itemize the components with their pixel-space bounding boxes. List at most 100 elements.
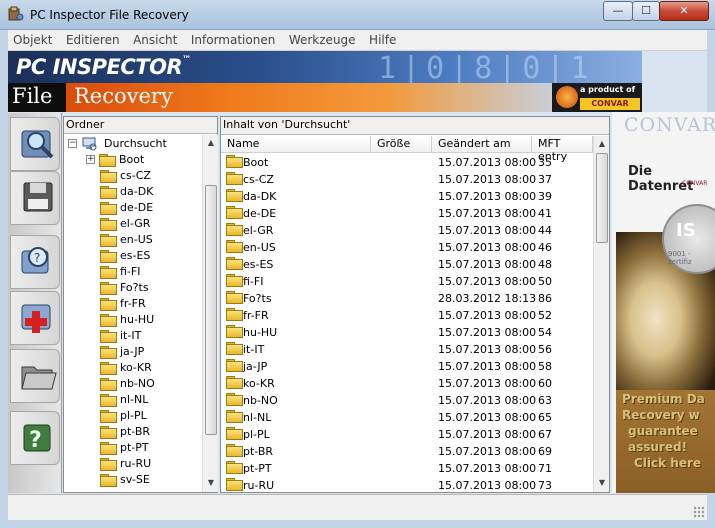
list-row[interactable]: ru-RU 15.07.2013 08:00 73 bbox=[221, 477, 593, 492]
tree-item[interactable]: Fo?ts bbox=[100, 280, 149, 296]
tree-item[interactable]: nl-NL bbox=[100, 392, 148, 408]
column-header-changed[interactable]: Geändert am bbox=[432, 136, 532, 153]
list-row[interactable]: cs-CZ 15.07.2013 08:00 37 bbox=[221, 171, 593, 188]
folder-icon bbox=[100, 378, 117, 391]
scroll-down-icon[interactable]: ▼ bbox=[594, 475, 610, 491]
ad-click-here-link[interactable]: Click here bbox=[634, 456, 701, 470]
cell-mft: 54 bbox=[538, 326, 552, 339]
app-banner: PC INSPECTOR™ 1|0|8|0|1 File Recovery a … bbox=[8, 51, 642, 112]
tree-item[interactable]: + Boot bbox=[86, 152, 144, 168]
tree-item[interactable]: it-IT bbox=[100, 328, 141, 344]
list-row[interactable]: pt-PT 15.07.2013 08:00 71 bbox=[221, 460, 593, 477]
tree-item[interactable]: en-US bbox=[100, 232, 153, 248]
list-row[interactable]: nl-NL 15.07.2013 08:00 65 bbox=[221, 409, 593, 426]
tree-root[interactable]: − Durchsucht bbox=[68, 136, 167, 152]
list-scroll-thumb[interactable] bbox=[596, 153, 608, 243]
folder-icon bbox=[226, 223, 243, 236]
save-disk-icon[interactable] bbox=[16, 175, 60, 219]
list-row[interactable]: it-IT 15.07.2013 08:00 56 bbox=[221, 341, 593, 358]
tree-item[interactable]: sv-SE bbox=[100, 472, 150, 488]
tree-item[interactable]: pl-PL bbox=[100, 408, 147, 424]
list-row[interactable]: pl-PL 15.07.2013 08:00 67 bbox=[221, 426, 593, 443]
cell-changed: 15.07.2013 08:00 bbox=[438, 190, 537, 203]
tree-item[interactable]: cs-CZ bbox=[100, 168, 151, 184]
window-title: PC Inspector File Recovery bbox=[30, 8, 189, 22]
scroll-down-icon[interactable]: ▼ bbox=[203, 475, 219, 491]
tree-item[interactable]: ru-RU bbox=[100, 456, 151, 472]
scroll-up-icon[interactable]: ▲ bbox=[203, 135, 219, 151]
search-lost-icon[interactable]: ? bbox=[16, 239, 60, 283]
list-row[interactable]: ja-JP 15.07.2013 08:00 58 bbox=[221, 358, 593, 375]
list-row[interactable]: de-DE 15.07.2013 08:00 41 bbox=[221, 205, 593, 222]
tree-item[interactable]: da-DK bbox=[100, 184, 153, 200]
file-list[interactable]: Boot 15.07.2013 08:00 35 cs-CZ 15.07.2013 08… bbox=[221, 154, 593, 492]
tree-item[interactable]: fi-FI bbox=[100, 264, 140, 280]
scroll-up-icon[interactable]: ▲ bbox=[594, 136, 610, 152]
menu-ansicht[interactable]: Ansicht bbox=[128, 30, 182, 47]
tree-item[interactable]: de-DE bbox=[100, 200, 153, 216]
add-drive-icon[interactable] bbox=[16, 295, 60, 339]
tree-item[interactable]: ko-KR bbox=[100, 360, 152, 376]
list-row[interactable]: pt-BR 15.07.2013 08:00 69 bbox=[221, 443, 593, 460]
tree-item[interactable]: el-GR bbox=[100, 216, 150, 232]
list-row[interactable]: ko-KR 15.07.2013 08:00 60 bbox=[221, 375, 593, 392]
computer-icon bbox=[82, 137, 96, 151]
menu-hilfe[interactable]: Hilfe bbox=[364, 30, 401, 47]
cell-mft: 56 bbox=[538, 343, 552, 356]
list-row[interactable]: en-US 15.07.2013 08:00 46 bbox=[221, 239, 593, 256]
list-row[interactable]: hu-HU 15.07.2013 08:00 54 bbox=[221, 324, 593, 341]
search-disk-icon[interactable] bbox=[16, 121, 60, 165]
tree-item[interactable]: hu-HU bbox=[100, 312, 154, 328]
tree-item[interactable]: pt-BR bbox=[100, 424, 150, 440]
ad-line: assured! bbox=[628, 440, 688, 454]
menu-werkzeuge[interactable]: Werkzeuge bbox=[284, 30, 361, 47]
list-row[interactable]: el-GR 15.07.2013 08:00 44 bbox=[221, 222, 593, 239]
collapse-icon[interactable]: − bbox=[68, 139, 77, 148]
convar-ad-panel[interactable]: CONVAR Die Datenret CONVAR IS 9001 · zer… bbox=[612, 112, 715, 493]
tree-item[interactable]: nb-NO bbox=[100, 376, 155, 392]
tree-vertical-scrollbar[interactable]: ▲ ▼ bbox=[202, 135, 218, 492]
minimize-button[interactable]: — bbox=[603, 1, 633, 21]
ad-convar-logo: CONVAR bbox=[624, 114, 715, 136]
folder-icon bbox=[100, 298, 117, 311]
folder-icon bbox=[226, 478, 243, 491]
menu-editieren[interactable]: Editieren bbox=[61, 30, 125, 47]
folder-icon bbox=[226, 308, 243, 321]
list-row[interactable]: Boot 15.07.2013 08:00 35 bbox=[221, 154, 593, 171]
resize-grip-icon[interactable] bbox=[693, 506, 705, 518]
folder-open-icon[interactable] bbox=[16, 353, 60, 397]
list-row[interactable]: da-DK 15.07.2013 08:00 39 bbox=[221, 188, 593, 205]
list-vertical-scrollbar[interactable]: ▲ ▼ bbox=[593, 136, 609, 492]
maximize-button[interactable]: ☐ bbox=[632, 1, 660, 21]
tree-item[interactable]: ja-JP bbox=[100, 344, 144, 360]
column-header-name[interactable]: Name bbox=[221, 136, 371, 153]
tree-item[interactable]: pt-PT bbox=[100, 440, 149, 456]
window-frame-left bbox=[0, 30, 8, 520]
title-bar[interactable]: PC Inspector File Recovery — ☐ ✕ bbox=[0, 0, 715, 30]
cell-name: fr-FR bbox=[243, 309, 269, 322]
cell-mft: 73 bbox=[538, 479, 552, 492]
cell-name: ru-RU bbox=[243, 479, 275, 492]
cell-mft: 50 bbox=[538, 275, 552, 288]
list-row[interactable]: nb-NO 15.07.2013 08:00 63 bbox=[221, 392, 593, 409]
list-row[interactable]: es-ES 15.07.2013 08:00 48 bbox=[221, 256, 593, 273]
list-row[interactable]: fr-FR 15.07.2013 08:00 52 bbox=[221, 307, 593, 324]
tree-scroll-thumb[interactable] bbox=[205, 185, 217, 435]
cell-name: es-ES bbox=[243, 258, 274, 271]
ad-promo-box[interactable]: Premium Da Recovery w guarantee assured!… bbox=[616, 390, 715, 493]
close-button[interactable]: ✕ bbox=[659, 1, 709, 21]
column-header-mft[interactable]: MFT entry bbox=[532, 136, 593, 163]
folder-icon bbox=[226, 257, 243, 270]
menu-objekt[interactable]: Objekt bbox=[8, 30, 57, 47]
tree-item[interactable]: es-ES bbox=[100, 248, 150, 264]
expand-icon[interactable]: + bbox=[86, 155, 95, 164]
tree-item-label: de-DE bbox=[120, 201, 154, 214]
cell-mft: 48 bbox=[538, 258, 552, 271]
folder-tree[interactable]: − Durchsucht + Boot cs-CZ da-DK de-DE el-GR en… bbox=[64, 135, 202, 492]
column-header-size[interactable]: Größe bbox=[371, 136, 432, 153]
list-row[interactable]: fi-FI 15.07.2013 08:00 50 bbox=[221, 273, 593, 290]
list-row[interactable]: Fo?ts 28.03.2012 18:13 86 bbox=[221, 290, 593, 307]
tree-item[interactable]: fr-FR bbox=[100, 296, 146, 312]
menu-informationen[interactable]: Informationen bbox=[186, 30, 280, 47]
help-icon[interactable]: ? bbox=[16, 415, 60, 459]
